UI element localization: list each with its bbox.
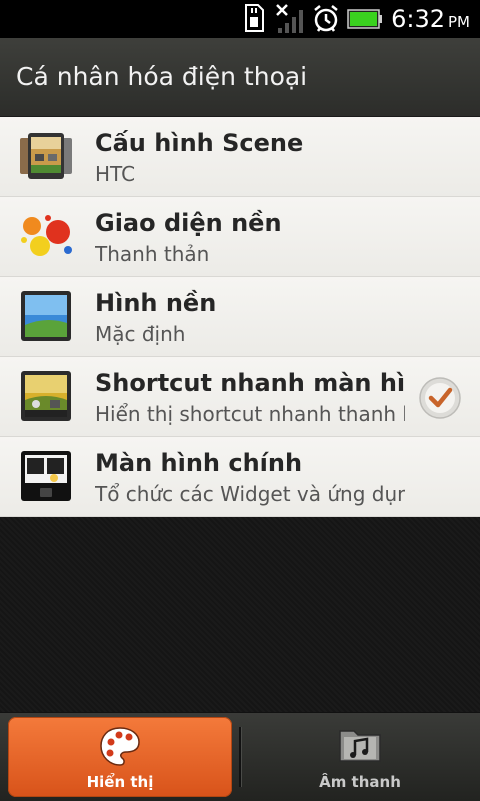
sd-card-icon: [245, 4, 264, 32]
item-title: Màn hình chính: [95, 449, 303, 477]
list-item-scene[interactable]: Cấu hình Scene HTC: [0, 117, 480, 197]
tab-divider: [239, 727, 242, 787]
item-subtitle: Tổ chức các Widget và ứng dụng: [95, 482, 405, 506]
home-screen-icon: [21, 451, 71, 501]
battery-icon: [347, 9, 382, 29]
item-subtitle: Mặc định: [95, 322, 186, 346]
list-item-home-screen[interactable]: Màn hình chính Tổ chức các Widget và ứng…: [0, 437, 480, 517]
list-item-lockscreen-shortcut[interactable]: Shortcut nhanh màn hình khóa Hiển thị sh…: [0, 357, 480, 437]
list-item-skin[interactable]: Giao diện nền Thanh thản: [0, 197, 480, 277]
alarm-icon: [314, 5, 338, 32]
tab-display[interactable]: Hiển thị: [8, 717, 232, 797]
tab-sound[interactable]: Âm thanh: [248, 717, 472, 797]
item-subtitle: HTC: [95, 162, 136, 186]
title-bar: Cá nhân hóa điện thoại: [0, 38, 480, 117]
item-subtitle: Thanh thản: [95, 242, 210, 266]
item-title: Cấu hình Scene: [95, 129, 304, 157]
wallpaper-icon: [21, 291, 71, 341]
item-title: Shortcut nhanh màn hình khóa: [95, 369, 405, 397]
item-title: Giao diện nền: [95, 209, 282, 237]
list-item-wallpaper[interactable]: Hình nền Mặc định: [0, 277, 480, 357]
settings-list: Cấu hình Scene HTC Giao diện nền Thanh t…: [0, 117, 480, 517]
bottom-tab-bar: Hiển thị Âm thanh: [0, 712, 480, 801]
item-subtitle: Hiển thị shortcut nhanh thanh khóa: [95, 402, 405, 426]
no-signal-icon: [276, 4, 303, 33]
music-folder-icon: [339, 730, 381, 762]
skin-icon: [21, 215, 72, 256]
status-bar: 6:32 PM: [0, 0, 480, 38]
scene-icon: [20, 133, 72, 179]
tab-label: Âm thanh: [319, 773, 401, 791]
status-clock: 6:32 PM: [391, 5, 470, 33]
item-title: Hình nền: [95, 289, 217, 317]
tab-label: Hiển thị: [86, 773, 154, 791]
check-icon[interactable]: [418, 376, 462, 420]
palette-icon: [100, 727, 140, 766]
lockscreen-shortcut-icon: [21, 371, 71, 421]
page-title: Cá nhân hóa điện thoại: [16, 62, 308, 91]
